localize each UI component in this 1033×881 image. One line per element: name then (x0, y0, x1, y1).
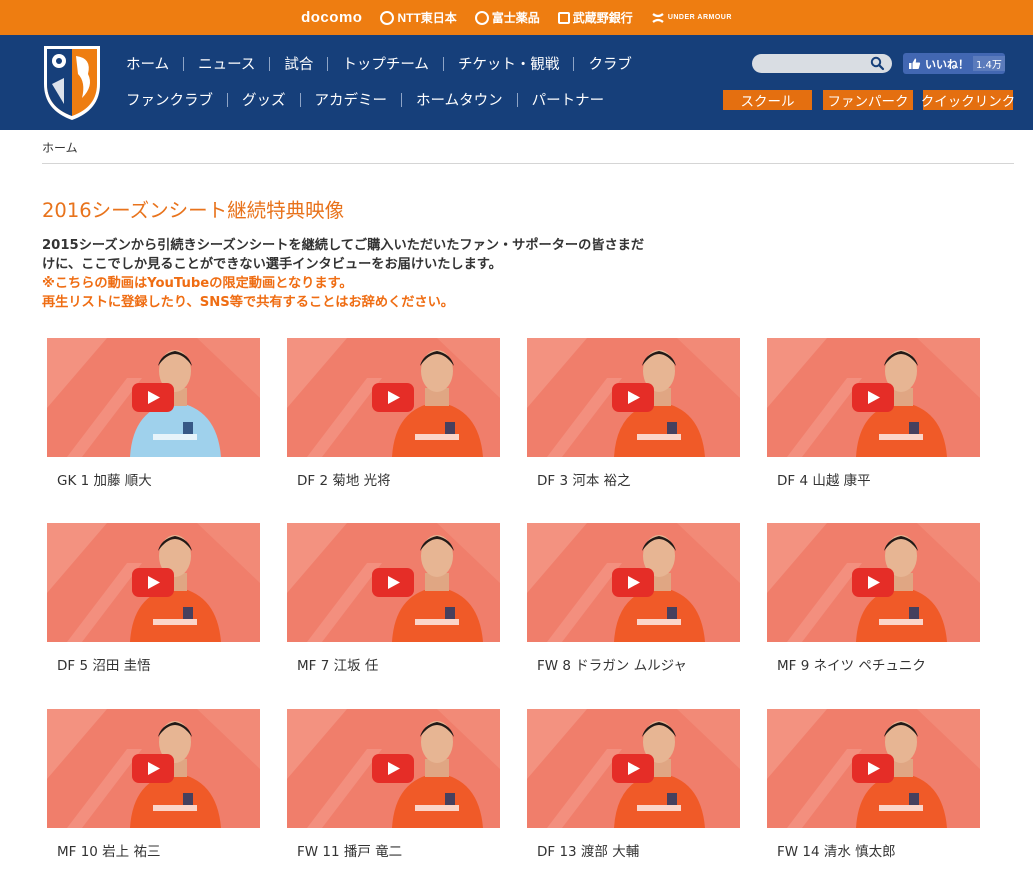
sponsor-bar: docomo NTT東日本 富士薬品 武蔵野銀行 UNDER ARMOUR (0, 0, 1033, 35)
player-name[interactable]: MF 9 ネイツ ペチュニク (777, 654, 926, 674)
sponsor-underarmour-label: UNDER ARMOUR (667, 14, 732, 21)
quick-link-button[interactable]: クイックリンク (921, 90, 1015, 110)
youtube-play-icon[interactable] (372, 754, 414, 783)
search-icon[interactable] (870, 56, 885, 71)
video-card[interactable]: MF 10 岩上 祐三 (47, 709, 260, 860)
youtube-play-icon[interactable] (132, 754, 174, 783)
youtube-play-icon[interactable] (612, 754, 654, 783)
player-name[interactable]: FW 8 ドラガン ムルジャ (537, 654, 687, 674)
sponsor-ntt[interactable]: NTT東日本 (380, 9, 457, 26)
video-card[interactable]: DF 13 渡部 大輔 (527, 709, 740, 860)
nav-tickets[interactable]: チケット・観戦 (444, 53, 574, 74)
player-name[interactable]: FW 14 清水 慎太郎 (777, 840, 896, 860)
fuji-logo-icon (474, 10, 489, 25)
nav-top-team[interactable]: トップチーム (328, 53, 443, 74)
facebook-like-label: いいね！ (925, 57, 969, 71)
intro-text: 2015シーズンから引続きシーズンシートを継続してご購入いただいたファン・サポー… (42, 236, 702, 312)
breadcrumb-home[interactable]: ホーム (42, 139, 78, 156)
player-name[interactable]: MF 7 江坂 任 (297, 654, 378, 674)
video-card[interactable]: DF 5 沼田 圭悟 (47, 523, 260, 674)
notice-line: ※こちらの動画はYouTubeの限定動画となります。 (42, 276, 353, 291)
youtube-play-icon[interactable] (132, 383, 174, 412)
video-thumbnail[interactable] (47, 709, 260, 828)
video-thumbnail[interactable] (527, 338, 740, 457)
nav-fanclub[interactable]: ファンクラブ (112, 89, 227, 110)
nav-club[interactable]: クラブ (574, 53, 646, 74)
video-card[interactable]: DF 3 河本 裕之 (527, 338, 740, 489)
video-thumbnail[interactable] (767, 523, 980, 642)
youtube-play-icon[interactable] (132, 568, 174, 597)
intro-line: けに、ここでしか見ることができない選手インタビューをお届けいたします。 (42, 257, 502, 272)
player-name[interactable]: DF 3 河本 裕之 (537, 469, 631, 489)
sponsor-fuji[interactable]: 富士薬品 (474, 9, 540, 26)
sponsor-docomo-label: docomo (301, 9, 363, 26)
video-card[interactable]: MF 7 江坂 任 (287, 523, 500, 674)
youtube-play-icon[interactable] (372, 568, 414, 597)
school-button[interactable]: スクール (723, 90, 812, 110)
video-thumbnail[interactable] (287, 523, 500, 642)
video-card[interactable]: GK 1 加藤 順大 (47, 338, 260, 489)
video-thumbnail[interactable] (47, 523, 260, 642)
youtube-play-icon[interactable] (852, 383, 894, 412)
video-thumbnail[interactable] (287, 709, 500, 828)
main-nav-row-2: ファンクラブ グッズ アカデミー ホームタウン パートナー (112, 89, 618, 110)
nav-hometown[interactable]: ホームタウン (402, 89, 517, 110)
player-name[interactable]: MF 10 岩上 祐三 (57, 840, 160, 860)
youtube-play-icon[interactable] (612, 383, 654, 412)
player-name[interactable]: DF 13 渡部 大輔 (537, 840, 639, 860)
video-card[interactable]: DF 4 山越 康平 (767, 338, 980, 489)
club-logo[interactable] (42, 44, 102, 122)
notice-line: 再生リストに登録したり、SNS等で共有することはお辞めください。 (42, 295, 454, 310)
page-title: 2016シーズンシート継続特典映像 (42, 199, 345, 222)
nav-home[interactable]: ホーム (112, 53, 183, 74)
sponsor-underarmour[interactable]: UNDER ARMOUR (651, 12, 732, 23)
youtube-play-icon[interactable] (612, 568, 654, 597)
video-card[interactable]: DF 2 菊地 光将 (287, 338, 500, 489)
thumbs-up-icon (909, 58, 921, 69)
video-thumbnail[interactable] (527, 709, 740, 828)
sponsor-musashino-label: 武蔵野銀行 (572, 11, 633, 25)
player-name[interactable]: DF 4 山越 康平 (777, 469, 871, 489)
video-thumbnail[interactable] (767, 338, 980, 457)
facebook-like-count: 1.4万 (973, 56, 1005, 71)
intro-line: 2015シーズンから引続きシーズンシートを継続してご購入いただいたファン・サポー… (42, 238, 645, 253)
player-name[interactable]: DF 2 菊地 光将 (297, 469, 391, 489)
sponsor-ntt-label: NTT東日本 (397, 11, 457, 25)
sponsor-fuji-label: 富士薬品 (491, 11, 540, 25)
main-nav-row-1: ホーム ニュース 試合 トップチーム チケット・観戦 クラブ (112, 53, 646, 74)
musashino-logo-icon (557, 11, 570, 24)
player-name[interactable]: FW 11 播戸 竜二 (297, 840, 402, 860)
youtube-play-icon[interactable] (852, 754, 894, 783)
underarmour-logo-icon (652, 12, 664, 23)
facebook-like-button[interactable]: いいね！ 1.4万 (903, 53, 1005, 74)
video-card[interactable]: FW 8 ドラガン ムルジャ (527, 523, 740, 674)
nav-goods[interactable]: グッズ (228, 89, 300, 110)
nav-partners[interactable]: パートナー (518, 89, 619, 110)
video-card[interactable]: FW 14 清水 慎太郎 (767, 709, 980, 860)
video-thumbnail[interactable] (767, 709, 980, 828)
site-header: ホーム ニュース 試合 トップチーム チケット・観戦 クラブ ファンクラブ グッ… (0, 35, 1033, 130)
sponsor-musashino[interactable]: 武蔵野銀行 (557, 9, 633, 26)
sponsor-docomo[interactable]: docomo (301, 9, 362, 26)
ntt-logo-icon (380, 10, 395, 25)
youtube-play-icon[interactable] (852, 568, 894, 597)
video-card[interactable]: MF 9 ネイツ ペチュニク (767, 523, 980, 674)
nav-matches[interactable]: 試合 (270, 53, 327, 74)
video-card[interactable]: FW 11 播戸 竜二 (287, 709, 500, 860)
video-thumbnail[interactable] (287, 338, 500, 457)
video-thumbnail[interactable] (47, 338, 260, 457)
breadcrumb-divider (42, 163, 1014, 164)
search-input[interactable] (760, 55, 868, 72)
player-name[interactable]: DF 5 沼田 圭悟 (57, 654, 151, 674)
nav-news[interactable]: ニュース (184, 53, 269, 74)
fan-park-button[interactable]: ファンパーク (823, 90, 913, 110)
video-thumbnail[interactable] (527, 523, 740, 642)
nav-academy[interactable]: アカデミー (301, 89, 402, 110)
youtube-play-icon[interactable] (372, 383, 414, 412)
player-name[interactable]: GK 1 加藤 順大 (57, 469, 152, 489)
